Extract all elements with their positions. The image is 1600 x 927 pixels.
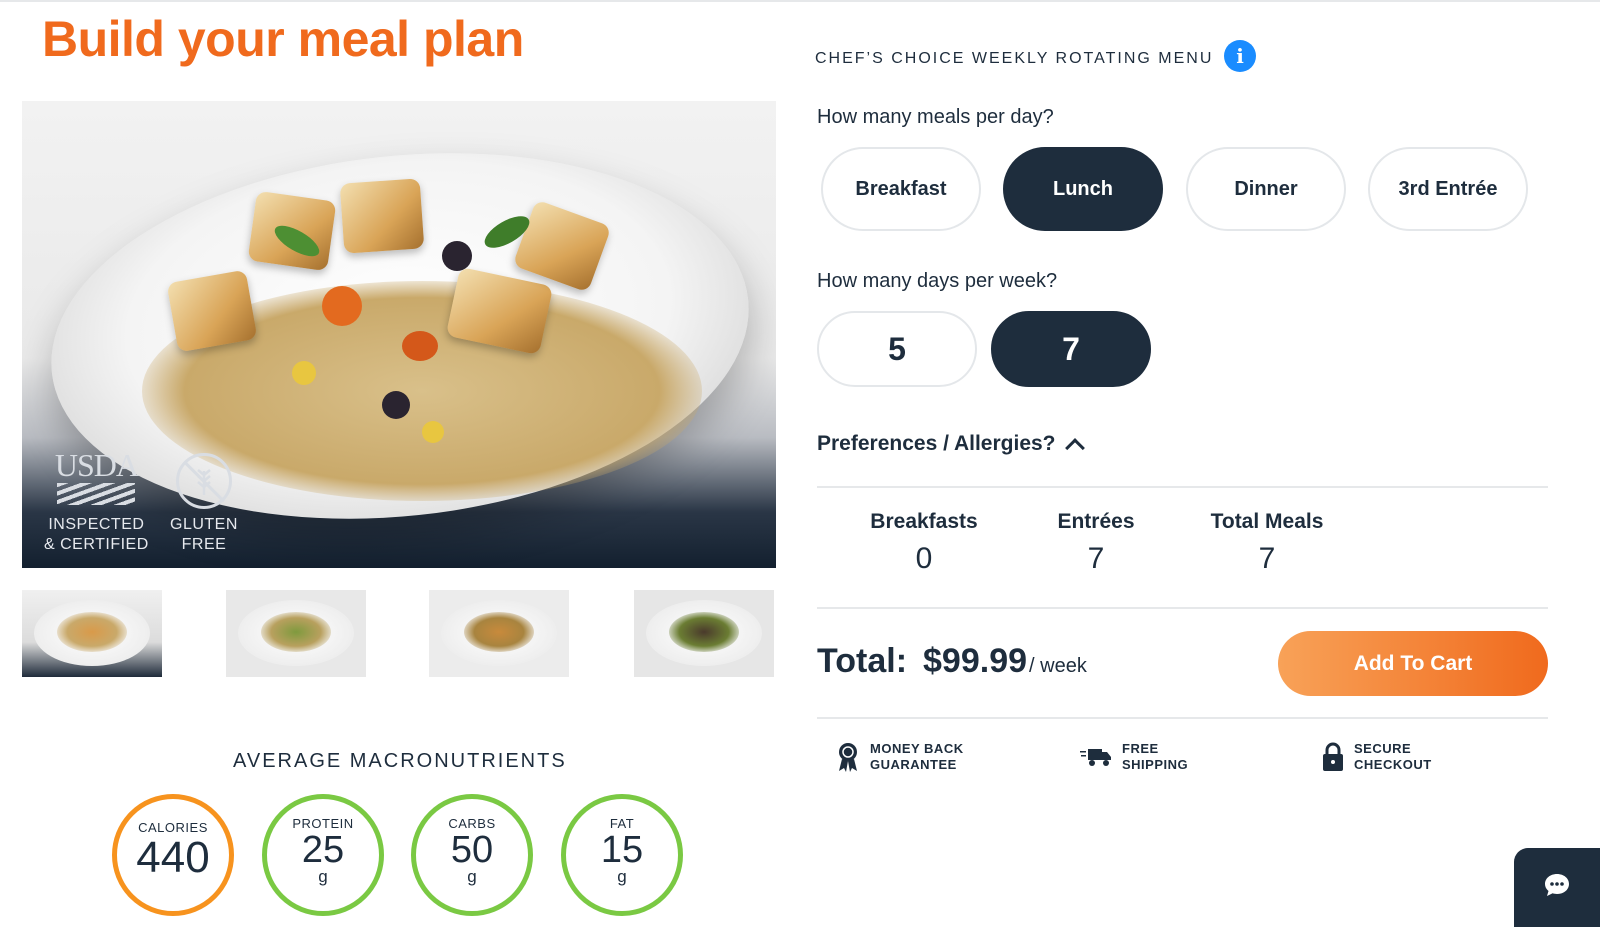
preferences-toggle[interactable]: Preferences / Allergies? xyxy=(817,432,1085,458)
preferences-label: Preferences / Allergies? xyxy=(817,432,1056,455)
price-value: $99.99 xyxy=(923,642,1028,680)
usda-logo: USDA xyxy=(54,447,139,483)
meal-option-3rd-entree[interactable]: 3rd Entrée xyxy=(1368,147,1528,231)
meal-option-lunch[interactable]: Lunch xyxy=(1003,147,1163,231)
lock-icon xyxy=(1322,742,1344,772)
divider xyxy=(817,486,1548,488)
days-per-week-question: How many days per week? xyxy=(817,270,1058,292)
total-label: Total: xyxy=(817,642,908,680)
meals-per-day-question: How many meals per day? xyxy=(817,106,1054,128)
usda-badge: USDA INSPECTED & CERTIFIED xyxy=(44,447,149,553)
divider xyxy=(817,717,1548,719)
chevron-up-icon xyxy=(1064,438,1085,458)
thumbnail-3[interactable] xyxy=(429,590,569,677)
summary-total-meals: Total Meals 7 xyxy=(1210,510,1324,575)
chat-bubble-icon xyxy=(1543,872,1571,903)
top-border xyxy=(0,0,1600,2)
gluten-free-badge: GLUTEN FREE xyxy=(170,453,238,555)
thumbnail-1[interactable] xyxy=(22,590,162,677)
summary-breakfasts: Breakfasts 0 xyxy=(870,510,978,575)
meal-option-breakfast[interactable]: Breakfast xyxy=(821,147,981,231)
days-option-5[interactable]: 5 xyxy=(817,311,977,387)
price-unit: / week xyxy=(1029,655,1087,677)
thumbnail-2[interactable] xyxy=(226,590,366,677)
summary-entrees: Entrées 7 xyxy=(1057,510,1135,575)
thumbnail-4[interactable] xyxy=(634,590,774,677)
trust-free-shipping: FREE SHIPPING xyxy=(1080,741,1188,773)
medal-icon xyxy=(836,741,860,773)
trust-money-back: MONEY BACK GUARANTEE xyxy=(836,741,964,773)
macro-carbs: CARBS 50 g xyxy=(411,794,533,916)
gluten-free-icon xyxy=(175,453,232,509)
page-title: Build your meal plan xyxy=(42,11,524,67)
divider xyxy=(817,607,1548,609)
macro-protein: PROTEIN 25 g xyxy=(262,794,384,916)
main-product-image: USDA INSPECTED & CERTIFIED GLUTEN FREE xyxy=(22,101,776,568)
add-to-cart-button[interactable]: Add To Cart xyxy=(1278,631,1548,696)
total-price: Total: $99.99 / week xyxy=(817,642,1087,681)
chat-widget-button[interactable] xyxy=(1514,848,1600,927)
macro-calories: CALORIES 440 xyxy=(112,794,234,916)
days-option-7[interactable]: 7 xyxy=(991,311,1151,387)
macro-fat: FAT 15 g xyxy=(561,794,683,916)
macros-title: AVERAGE MACRONUTRIENTS xyxy=(233,750,567,772)
info-icon[interactable]: i xyxy=(1224,40,1256,72)
trust-secure-checkout: SECURE CHECKOUT xyxy=(1322,741,1432,773)
meal-option-dinner[interactable]: Dinner xyxy=(1186,147,1346,231)
menu-label: CHEF’S CHOICE WEEKLY ROTATING MENU xyxy=(815,50,1214,67)
truck-icon xyxy=(1080,746,1112,768)
